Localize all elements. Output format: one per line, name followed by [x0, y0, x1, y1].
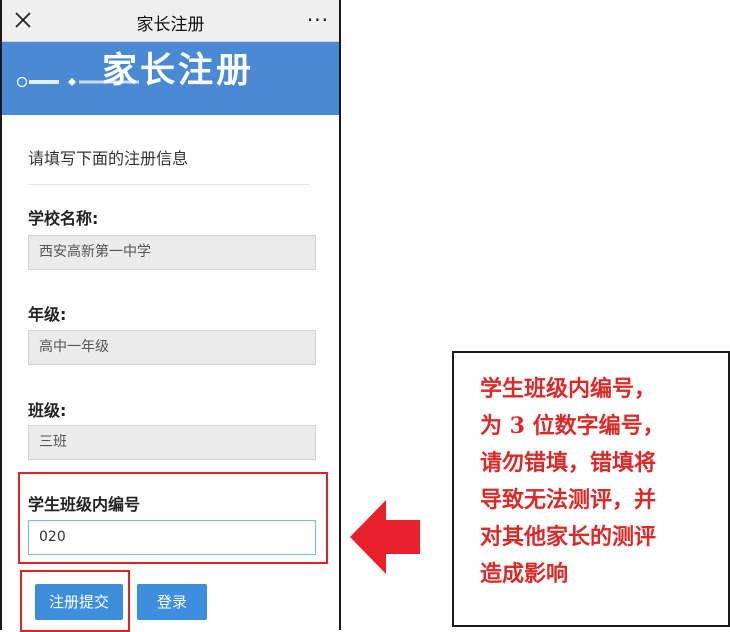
- highlight-submit-button: [20, 570, 130, 632]
- banner-title: 家长注册: [102, 51, 255, 91]
- annotation-line: 对其他家长的测评: [480, 524, 657, 550]
- school-field[interactable]: 西安高新第一中学: [28, 235, 316, 270]
- class-label: 班级:: [28, 401, 67, 420]
- divider: [28, 184, 310, 185]
- annotation-line: 学生班级内编号，: [480, 376, 657, 402]
- grade-field[interactable]: 高中一年级: [28, 330, 316, 365]
- more-icon[interactable]: ···: [307, 8, 329, 32]
- form-subtitle: 请填写下面的注册信息: [28, 149, 189, 168]
- class-field[interactable]: 三班: [28, 425, 316, 460]
- school-label: 学校名称:: [28, 209, 99, 228]
- grade-label: 年级:: [28, 305, 67, 324]
- highlight-student-number: [18, 472, 328, 564]
- header-banner: 家长注册: [2, 42, 339, 115]
- annotation-line: 导致无法测评，并: [480, 487, 657, 513]
- window-title: 家长注册: [136, 15, 205, 35]
- annotation-box: 学生班级内编号， 为 3 位数字编号， 请勿错填，错填将 导致无法测评，并 对其…: [452, 351, 730, 627]
- annotation-text: 学生班级内编号， 为 3 位数字编号， 请勿错填，错填将 导致无法测评，并 对其…: [480, 371, 716, 593]
- annotation-line: 请勿错填，错填将: [480, 450, 657, 476]
- annotation-line: 造成影响: [480, 561, 569, 587]
- arrow-left-icon: [350, 500, 420, 574]
- top-bar: 家长注册 ···: [2, 0, 339, 42]
- annotation-line: 为 3 位数字编号，: [480, 413, 665, 439]
- login-button[interactable]: 登录: [137, 584, 207, 620]
